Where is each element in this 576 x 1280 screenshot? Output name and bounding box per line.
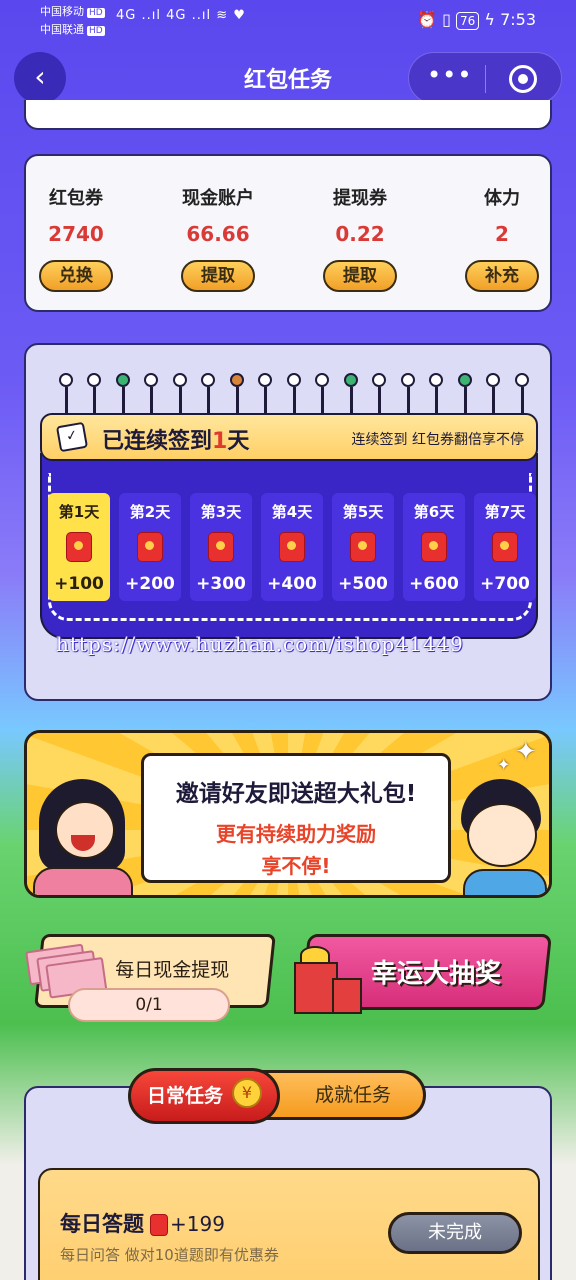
- signin-day-6[interactable]: 第6天 +600: [403, 493, 465, 601]
- daily-cash-title: 每日现金提现: [115, 959, 230, 981]
- sparkle-icon: ✦: [515, 737, 537, 767]
- signin-day-3[interactable]: 第3天 +300: [190, 493, 252, 601]
- girl-illustration: [33, 773, 133, 895]
- invite-headline: 邀请好友即送超大礼包!: [175, 781, 417, 807]
- status-right: ⏰ ▯ 76 ϟ 7:53: [417, 10, 536, 30]
- invite-subline-2: 享不停!: [261, 854, 331, 878]
- withdraw-voucher-button[interactable]: 提取: [323, 260, 397, 292]
- withdraw-cash-button[interactable]: 提取: [181, 260, 255, 292]
- signin-day-1[interactable]: 第1天 +100: [48, 493, 110, 601]
- previous-card-bottom: [24, 100, 552, 130]
- signin-day-5[interactable]: 第5天 +500: [332, 493, 394, 601]
- signin-days-panel: 第1天 +100 第2天 +200 第3天 +300 第4天 +400 第5天 …: [40, 453, 538, 639]
- signin-subtitle: 连续签到 红包券翻倍享不停: [351, 432, 524, 448]
- status-bar: 中国移动 HD 中国联通 HD 4G ..ıl 4G ..ıl ≋ ♥ ⏰ ▯ 76…: [0, 0, 576, 40]
- boy-illustration: [455, 779, 549, 895]
- account-label: 提现券: [333, 188, 387, 209]
- account-value: 0.22: [335, 222, 385, 246]
- miniapp-capsule: •••: [408, 52, 562, 104]
- task-reward: +199: [170, 1212, 225, 1236]
- invite-friends-banner[interactable]: 邀请好友即送超大礼包! 更有持续助力奖励 享不停! ✦ ✦: [24, 730, 552, 898]
- account-value: 2: [495, 222, 509, 246]
- account-label: 现金账户: [182, 188, 254, 209]
- task-description: 每日问答 做对10道题即有优惠券: [60, 1246, 279, 1264]
- red-envelope-icon: [350, 532, 376, 562]
- calendar-check-icon: ✓: [55, 421, 89, 453]
- red-envelope-icon: [421, 532, 447, 562]
- account-energy: 体力 2 补充: [442, 184, 562, 292]
- red-envelope-icon: [492, 532, 518, 562]
- account-value: 66.66: [186, 222, 250, 246]
- task-tabs: 日常任务 ¥ 成就任务: [128, 1068, 426, 1124]
- exchange-button[interactable]: 兑换: [39, 260, 113, 292]
- sparkle-icon: ✦: [497, 755, 511, 774]
- battery-icon: 76: [456, 11, 480, 30]
- account-label: 红包券: [49, 188, 103, 209]
- task-status-button[interactable]: 未完成: [388, 1212, 522, 1254]
- account-red-voucher: 红包券 2740 兑换: [16, 184, 136, 292]
- coin-icon: ¥: [232, 1078, 262, 1108]
- alarm-vibrate-icons: ⏰ ▯: [417, 10, 451, 29]
- charging-icon: ϟ: [484, 10, 495, 29]
- signin-banner: ✓ 已连续签到1天 连续签到 红包券翻倍享不停: [40, 413, 538, 461]
- red-envelope-icon: [208, 532, 234, 562]
- red-envelope-icon: [150, 1214, 168, 1236]
- close-miniapp-icon[interactable]: [509, 65, 537, 93]
- task-title: 每日答题 +199: [60, 1212, 225, 1236]
- tab-achievement-tasks[interactable]: 成就任务: [258, 1070, 426, 1120]
- capsule-divider: [485, 65, 486, 93]
- accounts-card: 红包券 2740 兑换 现金账户 66.66 提取 提现券 0.22 提取 体力…: [24, 154, 552, 312]
- more-icon[interactable]: •••: [427, 61, 472, 89]
- daily-cash-progress: 0/1: [68, 988, 230, 1022]
- account-label: 体力: [484, 188, 520, 209]
- lucky-draw-title: 幸运大抽奖: [371, 959, 502, 989]
- nav-bar: ‹ 红包任务 •••: [0, 48, 576, 108]
- red-envelope-icon: [137, 532, 163, 562]
- red-envelope-icon: [66, 532, 92, 562]
- task-item-daily-quiz: 每日答题 +199 每日问答 做对10道题即有优惠券 未完成: [38, 1168, 540, 1280]
- invite-subline: 更有持续助力奖励: [216, 822, 376, 846]
- invite-speech-bubble: 邀请好友即送超大礼包! 更有持续助力奖励 享不停!: [141, 753, 451, 883]
- account-value: 2740: [48, 222, 104, 246]
- carrier-1: 中国移动 HD: [40, 5, 105, 18]
- signin-day-7[interactable]: 第7天 +700: [474, 493, 536, 601]
- clock: 7:53: [500, 10, 536, 29]
- account-withdraw-voucher: 提现券 0.22 提取: [300, 184, 420, 292]
- red-envelope-icon: [279, 532, 305, 562]
- refill-button[interactable]: 补充: [465, 260, 539, 292]
- account-cash: 现金账户 66.66 提取: [158, 184, 278, 292]
- signin-title: 已连续签到1天: [102, 429, 250, 454]
- signal-icons: 4G ..ıl 4G ..ıl ≋ ♥: [116, 8, 246, 23]
- signin-day-2[interactable]: 第2天 +200: [119, 493, 181, 601]
- watermark-text: https://www.huzhan.com/ishop41449: [56, 632, 464, 656]
- gift-box-icon: [292, 944, 364, 1016]
- carrier-2: 中国联通 HD: [40, 23, 105, 36]
- signin-day-4[interactable]: 第4天 +400: [261, 493, 323, 601]
